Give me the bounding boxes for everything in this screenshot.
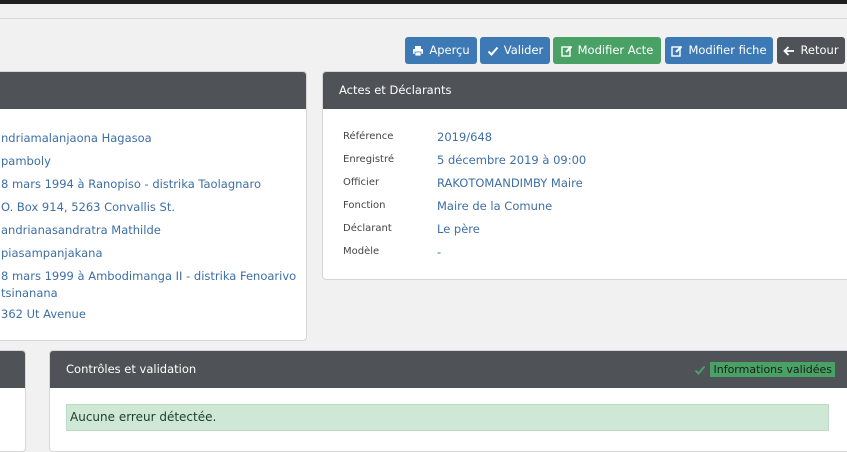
status-badge: Informations validées [710,362,835,377]
fonction-label: Fonction [343,200,386,211]
printer-icon [413,45,424,56]
info-line[interactable]: 362 Ut Avenue [1,307,86,321]
info-line[interactable]: O. Box 914, 5263 Convallis St. [1,200,175,214]
valider-button[interactable]: Valider [480,37,550,64]
officier-label: Officier [343,177,380,188]
info-line[interactable]: tsinanana [1,286,58,300]
apercu-button[interactable]: Aperçu [405,37,477,64]
actes-panel: Actes et Déclarants Référence 2019/648 E… [322,71,847,280]
info-line[interactable]: 8 mars 1994 à Ranopiso - distrika Taolag… [1,177,261,191]
controles-header: Contrôles et validation Informations val… [50,351,847,388]
declarant-label: Déclarant [343,223,392,234]
fonction-value: Maire de la Comune [437,199,553,213]
header-divider [0,18,847,19]
enregistre-label: Enregistré [343,154,395,165]
modifier-acte-label: Modifier Acte [577,43,654,57]
left-bottom-panel [0,350,26,452]
reference-label: Référence [343,131,394,142]
reference-value: 2019/648 [437,130,493,144]
declarant-value: Le père [437,222,480,236]
info-line[interactable]: 8 mars 1999 à Ambodimanga II - distrika … [1,269,296,283]
top-bar [0,0,847,4]
check-icon [487,46,498,56]
no-error-alert: Aucune erreur détectée. [66,404,829,431]
info-line[interactable]: piasampanjakana [1,246,103,260]
check-icon [695,365,706,375]
modele-label: Modèle [343,246,380,257]
retour-button[interactable]: Retour [777,37,845,64]
modele-value: - [437,245,442,259]
modifier-acte-button[interactable]: Modifier Acte [553,37,661,64]
modifier-fiche-label: Modifier fiche [688,43,767,57]
apercu-label: Aperçu [429,43,470,57]
officier-value: RAKOTOMANDIMBY Maire [437,176,583,190]
retour-label: Retour [800,43,839,57]
controles-panel: Contrôles et validation Informations val… [49,350,847,452]
edit-icon [671,45,683,57]
info-line[interactable]: pamboly [1,154,51,168]
info-line[interactable]: andrianasandratra Mathilde [1,223,161,237]
info-line[interactable]: ndriamalanjaona Hagasoa [1,131,152,145]
actes-header: Actes et Déclarants [323,72,847,109]
modifier-fiche-button[interactable]: Modifier fiche [665,37,773,64]
personal-info-header [0,72,306,109]
edit-icon [560,45,572,57]
enregistre-value: 5 décembre 2019 à 09:00 [437,153,587,167]
left-bottom-header [0,351,25,388]
personal-info-panel: ndriamalanjaona Hagasoa pamboly 8 mars 1… [0,71,307,341]
validation-status: Informations validées [694,362,835,377]
controles-title: Contrôles et validation [66,362,197,376]
valider-label: Valider [503,43,544,57]
arrow-left-icon [783,45,795,56]
